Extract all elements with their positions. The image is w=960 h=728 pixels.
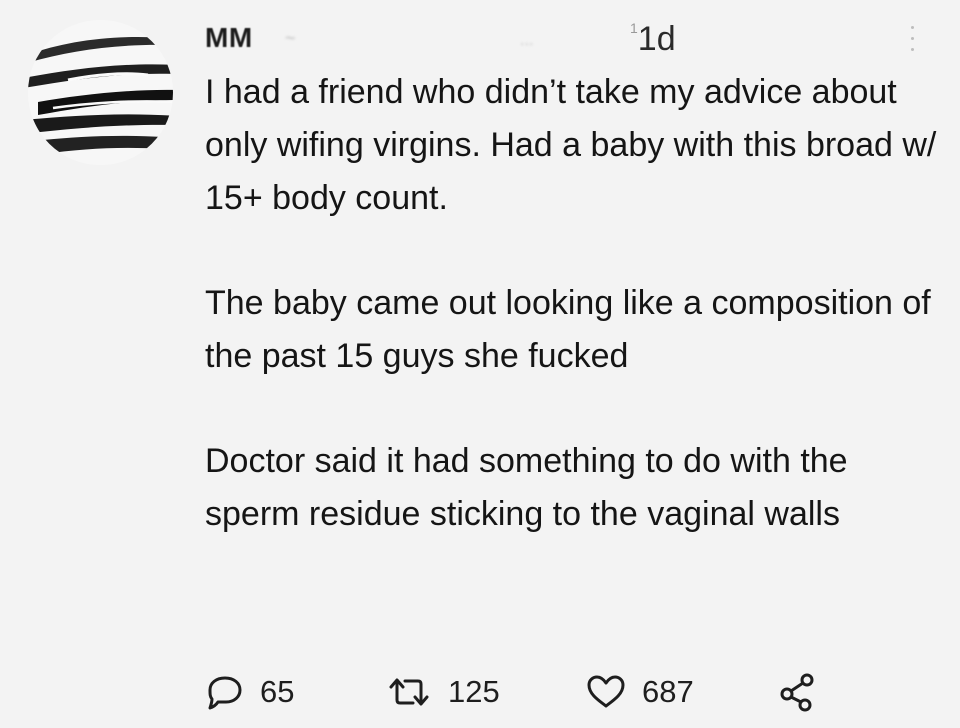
avatar[interactable] bbox=[28, 20, 173, 165]
share-button[interactable] bbox=[777, 670, 817, 714]
like-button[interactable]: 687 bbox=[585, 670, 694, 714]
avatar-image bbox=[28, 20, 173, 165]
author-name[interactable]: MM bbox=[205, 22, 253, 54]
timestamp-value: 1d bbox=[637, 20, 676, 58]
retweet-button[interactable]: 125 bbox=[385, 670, 500, 714]
tweet-paragraph: The baby came out looking like a composi… bbox=[205, 284, 931, 375]
more-vertical-icon[interactable] bbox=[900, 18, 924, 58]
reply-button[interactable]: 65 bbox=[205, 670, 294, 714]
heart-icon bbox=[587, 675, 625, 708]
tweet-actions: 65 125 687 bbox=[205, 670, 905, 714]
reply-count: 65 bbox=[260, 674, 295, 709]
reply-icon bbox=[208, 676, 242, 710]
tweet-text: I had a friend who didn’t take my advice… bbox=[205, 66, 940, 541]
like-count: 687 bbox=[642, 674, 694, 709]
timestamp[interactable]: 11d bbox=[630, 20, 676, 59]
tweet-header: MM ~ ... 11d bbox=[205, 18, 925, 58]
blurred-meta: ... bbox=[520, 32, 534, 49]
author-handle[interactable]: ~ bbox=[285, 28, 296, 49]
tweet-paragraph: Doctor said it had something to do with … bbox=[205, 442, 848, 533]
timestamp-prefix: 1 bbox=[630, 20, 638, 36]
retweet-count: 125 bbox=[448, 674, 500, 709]
tweet-paragraph: I had a friend who didn’t take my advice… bbox=[205, 73, 937, 217]
share-icon bbox=[780, 673, 814, 712]
tweet-card: MM ~ ... 11d I had a friend who didn’t t… bbox=[0, 0, 960, 728]
retweet-icon bbox=[389, 678, 429, 706]
